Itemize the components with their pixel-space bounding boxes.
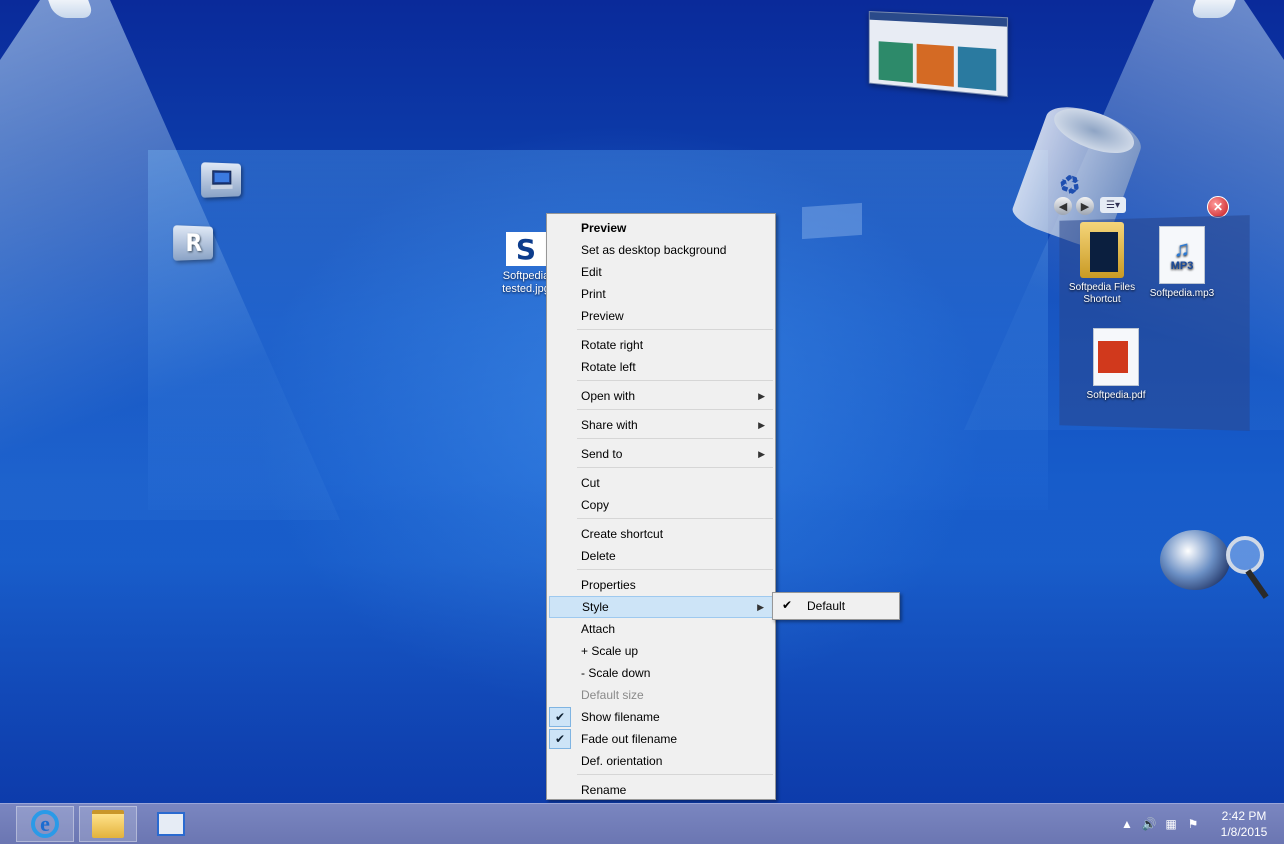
thumbnail-tile-blue [957,46,997,91]
show-hidden-icons-icon[interactable]: ▲ [1116,817,1138,831]
style-submenu: ✔ Default [772,592,900,620]
menu-item-label: Send to [581,447,623,461]
globe-search-icon[interactable] [1160,530,1230,590]
menu-item-create-shortcut[interactable]: Create shortcut [549,523,773,545]
menu-item-preview[interactable]: Preview [549,305,773,327]
mp3-badge: MP3 [1170,260,1194,272]
submenu-arrow-icon: ▶ [758,449,765,459]
menu-item-send-to[interactable]: Send to ▶ [549,443,773,465]
action-center-flag-icon[interactable]: ⚑ [1182,817,1204,831]
mp3-file-icon: ♫ MP3 [1159,226,1205,284]
menu-item-fade-out-filename[interactable]: Fade out filename [549,728,773,750]
spotlight-left-icon [45,0,95,18]
computer-icon[interactable] [201,162,242,198]
fence-view-menu-button[interactable]: ☰▾ [1100,197,1126,213]
file-explorer-icon [92,810,124,838]
internet-explorer-icon: e [31,810,59,838]
fence-item-mp3[interactable]: ♫ MP3 Softpedia.mp3 [1142,226,1222,300]
menu-item-rotate-right[interactable]: Rotate right [549,334,773,356]
image-thumbnail-icon: S [506,232,546,266]
spotlight-right-icon [1189,0,1239,18]
menu-item-edit[interactable]: Edit [549,261,773,283]
menu-separator [577,409,773,410]
menu-separator [577,569,773,570]
menu-item-print[interactable]: Print [549,283,773,305]
menu-separator [577,438,773,439]
fence-item-label: Softpedia.pdf [1086,390,1146,401]
menu-item-show-filename[interactable]: Show filename [549,706,773,728]
menu-item-style[interactable]: Style ▶ [549,596,773,618]
menu-item-preview-default[interactable]: Preview [549,217,773,239]
thumbnail-header-bar [869,12,1007,27]
thumbnail-tiles [878,41,997,91]
monitor-icon [210,170,234,190]
submenu-arrow-icon: ▶ [757,602,764,612]
menu-item-rotate-left[interactable]: Rotate left [549,356,773,378]
fence-item-label: Softpedia.mp3 [1149,288,1215,299]
r-app-shortcut-icon[interactable]: R [173,225,214,261]
menu-separator [577,329,773,330]
fence-item-pdf[interactable]: Softpedia.pdf [1076,328,1156,402]
thumbnail-tile-green [878,41,914,83]
taskbar-control-panel-button[interactable] [142,806,200,842]
menu-item-label: Share with [581,418,638,432]
menu-item-cut[interactable]: Cut [549,472,773,494]
menu-item-properties[interactable]: Properties [549,574,773,596]
magnifier-icon[interactable] [1226,536,1264,574]
submenu-item-default[interactable]: Default [775,595,897,617]
fence-item-folder-shortcut[interactable]: Softpedia Files Shortcut [1062,222,1142,306]
taskbar-file-explorer-button[interactable] [79,806,137,842]
menu-item-def-orientation[interactable]: Def. orientation [549,750,773,772]
submenu-arrow-icon: ▶ [758,391,765,401]
recycle-bin-rim [1048,99,1140,163]
taskbar-internet-explorer-button[interactable]: e [16,806,74,842]
clock-date: 1/8/2015 [1220,825,1268,839]
menu-item-delete[interactable]: Delete [549,545,773,567]
clock-time: 2:42 PM [1221,809,1267,823]
menu-item-copy[interactable]: Copy [549,494,773,516]
fence-item-label: Softpedia Files Shortcut [1068,282,1136,305]
menu-item-scale-down[interactable]: - Scale down [549,662,773,684]
taskbar-clock[interactable]: 2:42 PM 1/8/2015 [1204,808,1284,840]
r-letter-icon: R [185,228,203,258]
ghost-panel [802,202,862,240]
pdf-file-icon [1093,328,1139,386]
fence-forward-button[interactable]: ▶ [1076,197,1094,215]
web-page-thumbnail[interactable] [868,11,1009,98]
fence-close-button[interactable]: ✕ [1207,196,1229,218]
context-menu: Preview Set as desktop background Edit P… [546,213,776,800]
folder-shortcut-icon [1080,222,1124,278]
taskbar: e ▲ 🔊 ▦ ⚑ 2:42 PM 1/8/2015 [0,803,1284,844]
menu-item-scale-up[interactable]: + Scale up [549,640,773,662]
system-tray: ▲ 🔊 ▦ ⚑ 2:42 PM 1/8/2015 [1116,804,1284,844]
menu-separator [577,380,773,381]
menu-item-default-size: Default size [581,688,644,702]
menu-separator [577,518,773,519]
network-icon[interactable]: ▦ [1160,817,1182,831]
menu-item-rename[interactable]: Rename [549,779,773,801]
volume-icon[interactable]: 🔊 [1138,817,1160,831]
music-note-icon: ♫ [1173,236,1191,261]
menu-item-label: Style [582,600,609,614]
menu-item-open-with[interactable]: Open with ▶ [549,385,773,407]
menu-item-share-with[interactable]: Share with ▶ [549,414,773,436]
fence-controls: ◀ ▶ ☰▾ [1054,197,1126,215]
thumbnail-tile-orange [916,43,954,87]
menu-separator [577,467,773,468]
menu-item-label: Open with [581,389,636,403]
control-panel-icon [157,812,185,836]
fence-back-button[interactable]: ◀ [1054,197,1072,215]
menu-item-attach[interactable]: Attach [549,618,773,640]
submenu-arrow-icon: ▶ [758,420,765,430]
menu-item-set-desktop-background[interactable]: Set as desktop background [549,239,773,261]
menu-separator [577,774,773,775]
